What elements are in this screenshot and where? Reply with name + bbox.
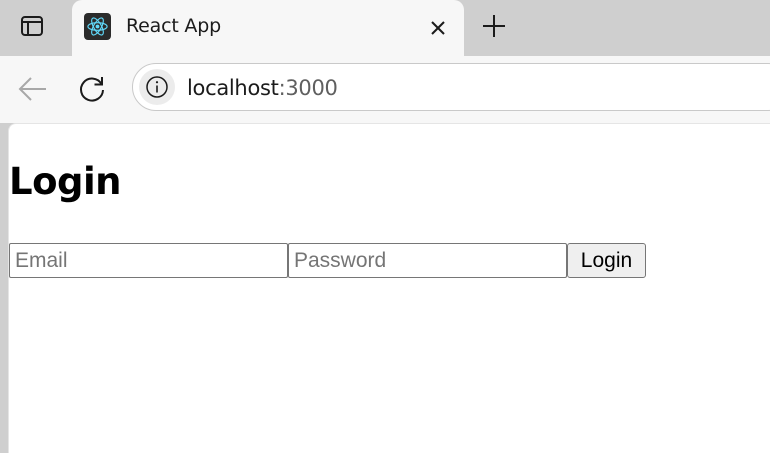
page-viewport: Login Login — [8, 123, 770, 453]
email-field[interactable] — [9, 243, 288, 278]
new-tab-button[interactable] — [477, 9, 511, 43]
arrow-left-icon — [18, 77, 46, 101]
browser-tab[interactable]: React App — [72, 0, 464, 56]
address-bar[interactable]: localhost:3000 — [132, 63, 770, 111]
tab-actions-button[interactable] — [14, 10, 50, 42]
info-icon — [146, 76, 168, 98]
tab-strip: React App — [0, 0, 770, 56]
password-field[interactable] — [288, 243, 567, 278]
tab-close-button[interactable] — [424, 14, 452, 42]
reload-button[interactable] — [74, 71, 110, 107]
browser-toolbar: localhost:3000 — [0, 56, 770, 123]
page-title: Login — [9, 160, 122, 203]
react-logo-icon — [84, 13, 111, 40]
plus-icon — [483, 15, 505, 37]
url-host: localhost — [187, 76, 279, 100]
reload-icon — [80, 77, 104, 102]
site-info-button[interactable] — [139, 69, 175, 105]
back-button[interactable] — [16, 72, 50, 106]
url-text: localhost:3000 — [187, 76, 338, 100]
url-port: :3000 — [278, 76, 338, 100]
login-form: Login — [9, 243, 646, 278]
tab-title: React App — [126, 15, 221, 37]
sidebar-layout-icon — [21, 16, 43, 36]
login-button[interactable]: Login — [567, 243, 646, 278]
close-icon — [431, 21, 445, 35]
